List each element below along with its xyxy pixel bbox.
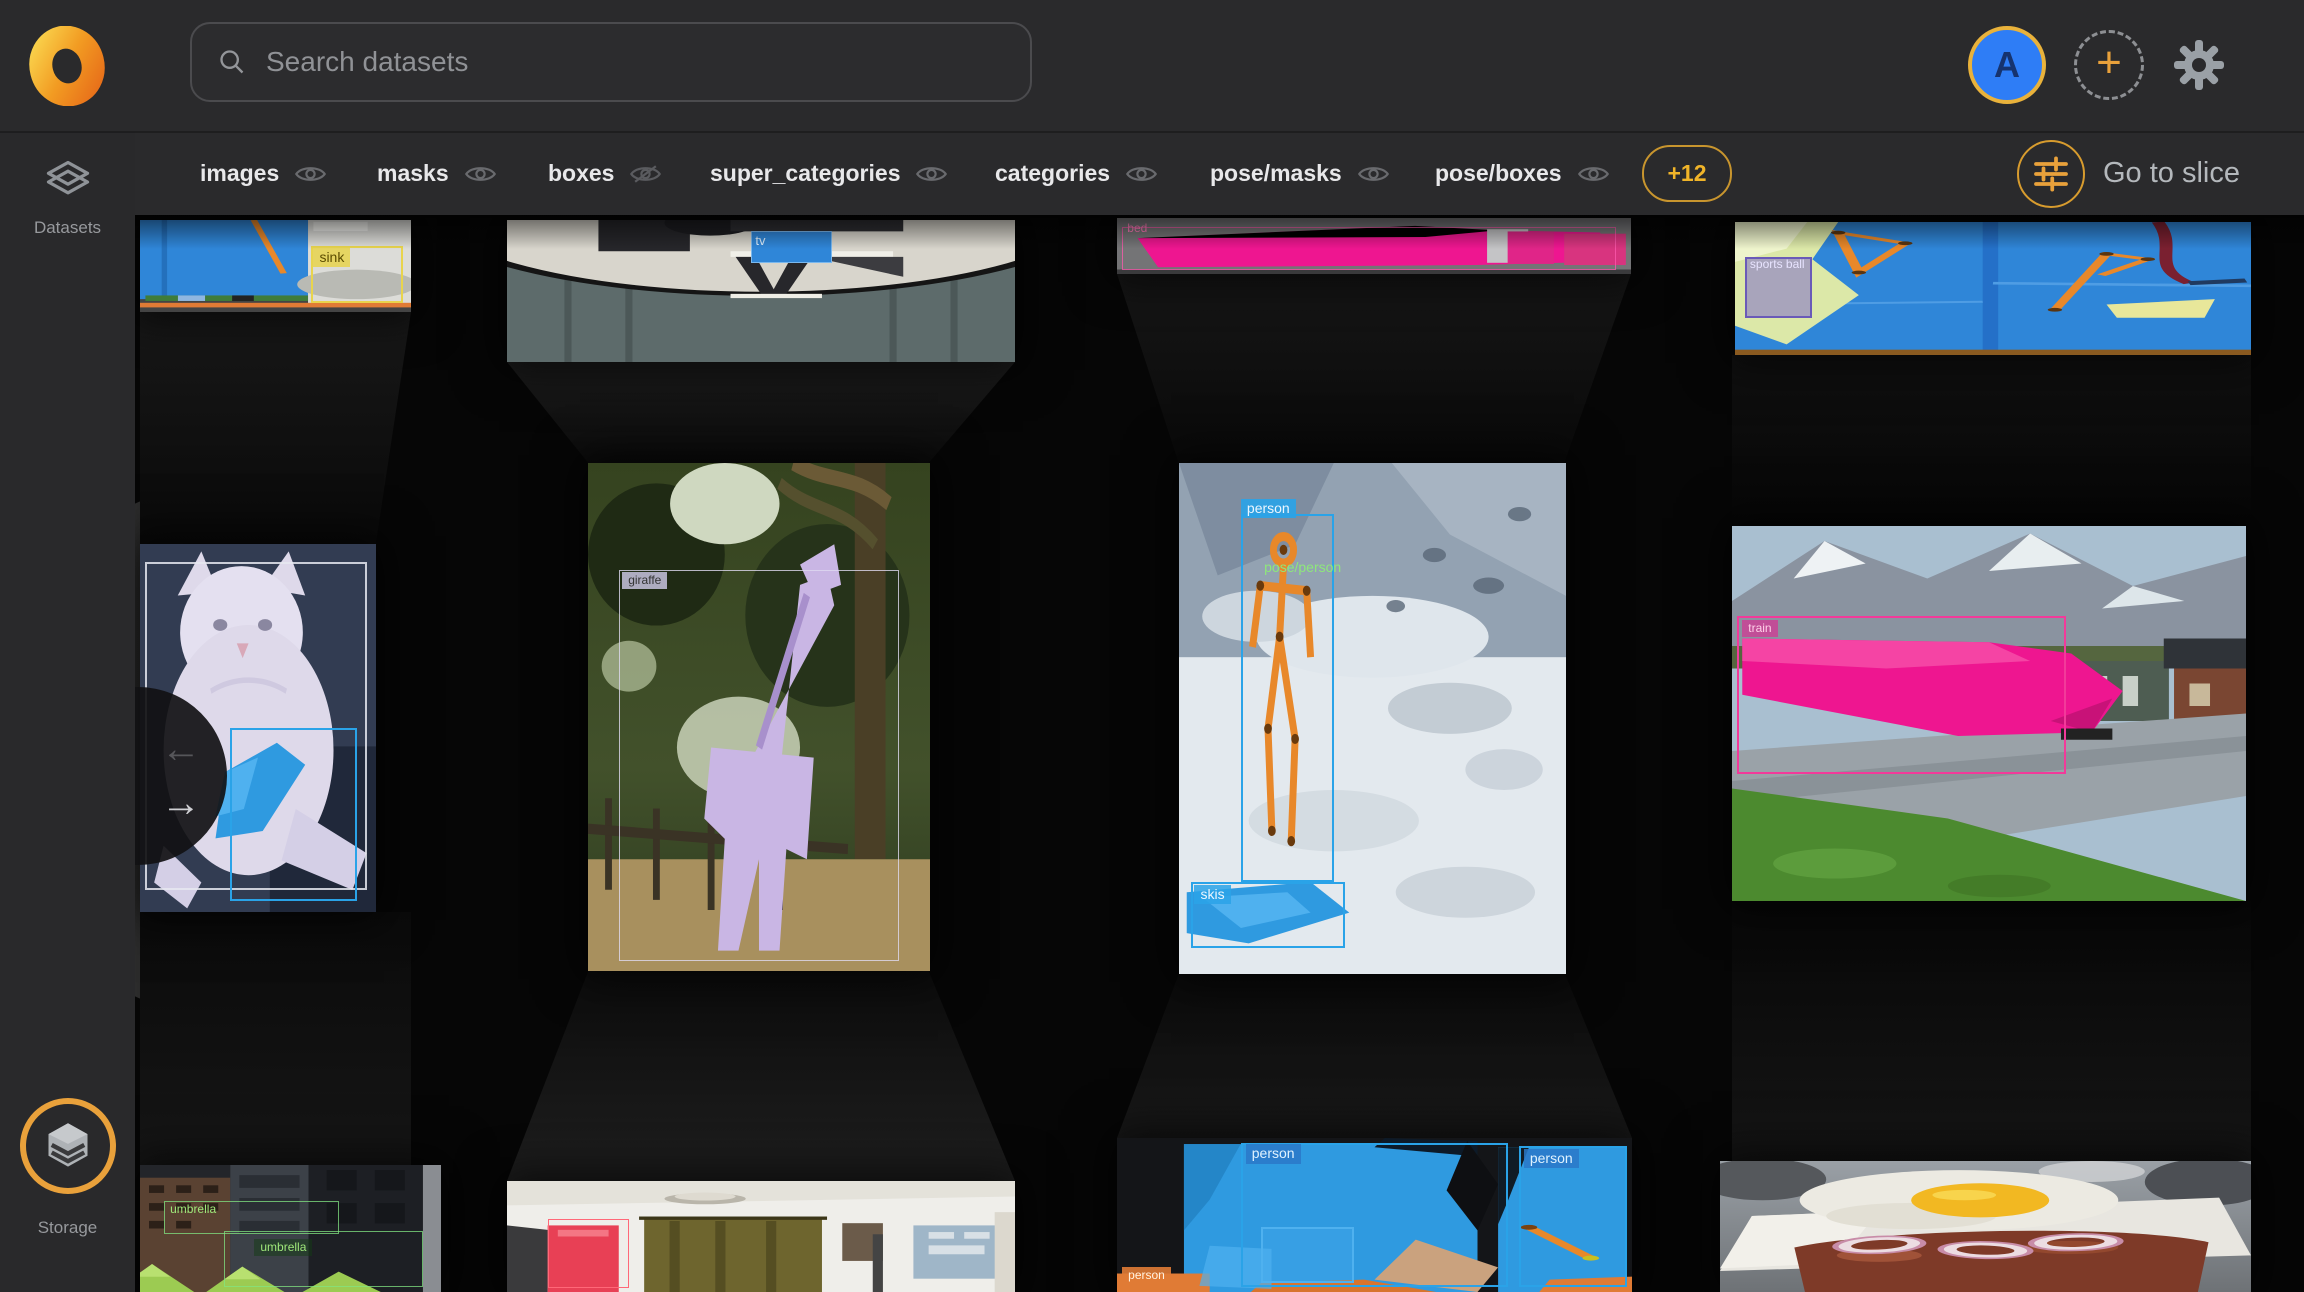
annotation-label: person [1524,1149,1579,1168]
wall-wedge [1117,974,1632,1138]
search-bar[interactable] [190,22,1032,102]
field-chip-images[interactable]: images [200,132,326,215]
annotation-label: giraffe [622,572,667,589]
sidebar: Datasets Storage [0,132,135,1292]
tile-water-image[interactable]: sports ball [1735,222,2251,355]
tile-room-image[interactable] [507,1181,1015,1292]
go-to-slice-label[interactable]: Go to slice [2103,132,2240,215]
field-chip-masks[interactable]: masks [377,132,496,215]
field-chip-super-categories[interactable]: super_categories [710,132,947,215]
eye-icon[interactable] [1578,163,1609,185]
sidebar-item-storage[interactable]: Storage [0,1098,135,1238]
wall-wedge [1732,901,2251,1161]
bounding-box [619,570,899,961]
layers-icon [42,156,94,208]
bounding-box [230,728,357,901]
tile-train-image[interactable]: train [1732,526,2246,901]
field-chip-categories[interactable]: categories [995,132,1157,215]
tile-city-image[interactable]: umbrella umbrella [140,1165,441,1292]
field-chip-pose-boxes[interactable]: pose/boxes [1435,132,1609,215]
back-arrow-icon[interactable]: ← [161,729,201,769]
annotation-label: train [1742,620,1777,637]
user-avatar[interactable]: A [1968,26,2046,104]
add-dataset-button[interactable]: + [2074,30,2144,100]
wall-wedge [140,912,411,1165]
annotation-label: sports ball [1748,258,1807,271]
annotation-label: bed [1127,222,1147,235]
annotation-label: pose/person [1264,560,1341,575]
eye-off-icon[interactable] [630,163,661,185]
annotation-label: skis [1194,885,1230,904]
eye-icon[interactable] [465,163,496,185]
eye-icon[interactable] [295,163,326,185]
tile-mirror-image[interactable]: tv [507,220,1015,362]
wall-wedge [140,312,411,544]
bounding-box [548,1219,629,1288]
tile-bed-image[interactable]: bed [1117,218,1631,274]
go-to-slice-button[interactable] [2017,140,2085,208]
field-chip-pose-masks[interactable]: pose/masks [1210,132,1389,215]
gear-icon [2170,36,2228,94]
tile-food-image[interactable] [1720,1161,2251,1292]
eye-icon[interactable] [916,163,947,185]
bounding-box [1261,1227,1354,1282]
annotation-label: sink [313,248,350,267]
dataset-image-wall: sink tv [135,215,2304,1292]
annotation-label: person [1241,499,1296,518]
tile-skier-image[interactable]: person pose/person skis [1179,463,1566,974]
search-input[interactable] [266,46,1004,78]
app-header: A + [0,0,2304,132]
tune-icon [2031,154,2071,194]
annotation-label: person [1122,1267,1171,1284]
app-logo-icon[interactable] [28,26,106,106]
annotation-label: umbrella [254,1239,312,1256]
eye-icon[interactable] [1358,163,1389,185]
annotation-label: umbrella [170,1203,216,1216]
storage-hexagon-icon [42,1120,94,1172]
bounding-box [1122,227,1615,270]
header-divider [0,131,2304,133]
plus-icon: + [2096,41,2122,85]
bounding-box [1737,616,2066,774]
annotation-label: tv [753,234,767,248]
storage-ring [20,1098,116,1194]
eye-icon[interactable] [1126,163,1157,185]
sidebar-item-datasets[interactable]: Datasets [0,156,135,238]
tile-persons-image[interactable]: person person person [1117,1138,1632,1292]
tile-bathroom-image[interactable]: sink [140,220,411,312]
fields-toolbar: images masks boxes super_categories cate… [135,132,2304,215]
settings-button[interactable] [2170,36,2228,94]
field-chip-boxes[interactable]: boxes [548,132,661,215]
avatar-letter: A [1994,44,2020,86]
wall-wedge [1732,355,2251,526]
forward-arrow-icon[interactable]: → [161,783,201,823]
annotation-label: person [1246,1144,1301,1163]
tile-giraffe-image[interactable]: giraffe [588,463,930,971]
wall-wedge [507,362,1015,463]
search-icon [218,48,246,76]
more-fields-badge[interactable]: +12 [1642,145,1732,202]
mask-box [751,231,832,262]
wall-wedge [507,971,1015,1181]
wall-wedge [1117,274,1631,463]
